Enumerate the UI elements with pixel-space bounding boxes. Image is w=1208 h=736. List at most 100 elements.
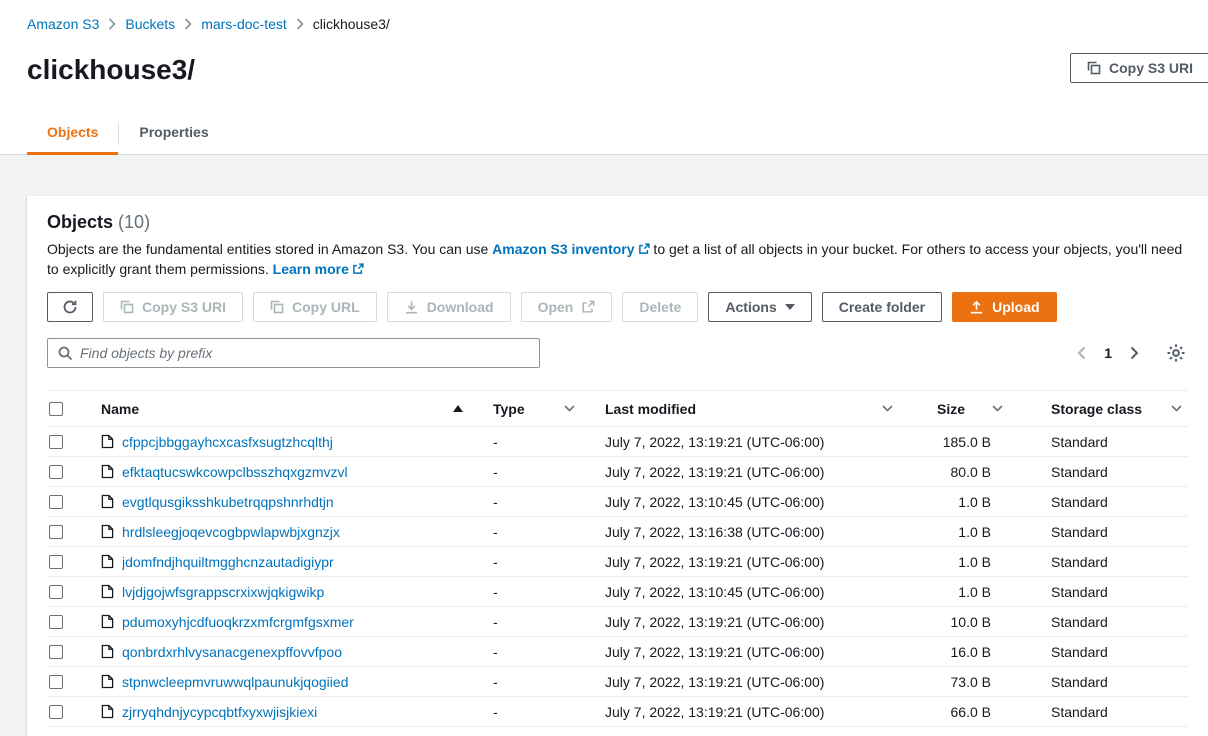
tabs: Objects Properties xyxy=(0,114,1208,155)
file-icon xyxy=(101,584,114,599)
object-name-link[interactable]: pdumoxyhjcdfuoqkrzxmfcrgmfgsxmer xyxy=(122,614,354,630)
actions-dropdown-button[interactable]: Actions xyxy=(708,292,811,322)
table-row: cfppcjbbggayhcxcasfxsugtzhcqlthj - July … xyxy=(47,427,1188,457)
object-size: 185.0 B xyxy=(907,427,1017,457)
row-checkbox[interactable] xyxy=(49,585,63,599)
object-storage-class: Standard xyxy=(1017,517,1188,547)
row-checkbox[interactable] xyxy=(49,495,63,509)
object-storage-class: Standard xyxy=(1017,457,1188,487)
search-row: 1 xyxy=(47,338,1188,368)
table-row: pdumoxyhjcdfuoqkrzxmfcrgmfgsxmer - July … xyxy=(47,607,1188,637)
previous-page-icon xyxy=(1076,345,1087,361)
pagination-controls: 1 xyxy=(1076,343,1188,363)
external-link-icon xyxy=(352,261,364,280)
column-header-storage-class[interactable]: Storage class xyxy=(1017,391,1188,427)
external-link-icon xyxy=(638,241,650,260)
file-icon xyxy=(101,524,114,539)
column-header-size[interactable]: Size xyxy=(907,391,1017,427)
column-header-name[interactable]: Name xyxy=(87,391,477,427)
breadcrumb: Amazon S3 Buckets mars-doc-test clickhou… xyxy=(27,14,1208,34)
description-text: Objects are the fundamental entities sto… xyxy=(47,241,492,257)
table-header-row: Name Type Last modified xyxy=(47,391,1188,427)
caret-down-icon[interactable] xyxy=(882,405,893,412)
row-checkbox[interactable] xyxy=(49,645,63,659)
object-size: 1.0 B xyxy=(907,517,1017,547)
upload-button[interactable]: Upload xyxy=(952,292,1056,322)
object-name-link[interactable]: cfppcjbbggayhcxcasfxsugtzhcqlthj xyxy=(122,434,333,450)
search-box xyxy=(47,338,540,368)
row-checkbox[interactable] xyxy=(49,525,63,539)
file-icon xyxy=(101,614,114,629)
main-content: Objects (10) Objects are the fundamental… xyxy=(0,155,1208,736)
breadcrumb-buckets[interactable]: Buckets xyxy=(125,16,175,32)
find-objects-input[interactable] xyxy=(47,338,540,368)
table-row: lvjdjgojwfsgrappscrxixwjqkigwikp - July … xyxy=(47,577,1188,607)
column-header-select-all xyxy=(47,391,87,427)
caret-down-icon[interactable] xyxy=(992,405,1003,412)
objects-toolbar: Copy S3 URI Copy URL Download Open Delet… xyxy=(47,292,1188,322)
object-last-modified: July 7, 2022, 13:19:21 (UTC-06:00) xyxy=(589,547,907,577)
refresh-icon xyxy=(62,299,78,315)
objects-count: (10) xyxy=(118,212,150,232)
refresh-button[interactable] xyxy=(47,292,93,322)
object-name-link[interactable]: qonbrdxrhlvysanacgenexpffovvfpoo xyxy=(122,644,342,660)
object-size: 80.0 B xyxy=(907,457,1017,487)
object-name-link[interactable]: jdomfndjhquiltmgghcnzautadigiypr xyxy=(122,554,334,570)
object-type: - xyxy=(477,427,589,457)
column-header-type[interactable]: Type xyxy=(477,391,589,427)
object-name-link[interactable]: zjrryqhdnjycypcqbtfxyxwjisjkiexi xyxy=(122,704,317,720)
select-all-checkbox[interactable] xyxy=(49,402,63,416)
object-type: - xyxy=(477,577,589,607)
tab-objects[interactable]: Objects xyxy=(27,114,118,155)
copy-s3-uri-label: Copy S3 URI xyxy=(1109,60,1193,76)
column-header-last-modified[interactable]: Last modified xyxy=(589,391,907,427)
file-icon xyxy=(101,494,114,509)
row-checkbox[interactable] xyxy=(49,465,63,479)
chevron-right-icon xyxy=(108,18,116,30)
object-type: - xyxy=(477,457,589,487)
copy-url-button: Copy URL xyxy=(253,292,377,322)
row-checkbox[interactable] xyxy=(49,705,63,719)
create-folder-button[interactable]: Create folder xyxy=(822,292,942,322)
copy-s3-uri-button-header[interactable]: Copy S3 URI xyxy=(1070,53,1208,83)
object-type: - xyxy=(477,607,589,637)
object-storage-class: Standard xyxy=(1017,607,1188,637)
pager: 1 xyxy=(1076,345,1140,361)
sort-ascending-icon[interactable] xyxy=(453,405,463,412)
table-row: evgtlqusgiksshkubetrqqpshnrhdtjn - July … xyxy=(47,487,1188,517)
object-size: 66.0 B xyxy=(907,697,1017,727)
caret-down-icon[interactable] xyxy=(1171,405,1182,412)
object-name-link[interactable]: hrdlsleegjoqevcogbpwlapwbjxgnzjx xyxy=(122,524,340,540)
file-icon xyxy=(101,644,114,659)
object-name-link[interactable]: efktaqtucswkcowpclbsszhqxgzmvzvl xyxy=(122,464,348,480)
row-checkbox[interactable] xyxy=(49,675,63,689)
objects-card: Objects (10) Objects are the fundamental… xyxy=(27,196,1208,736)
object-name-link[interactable]: evgtlqusgiksshkubetrqqpshnrhdtjn xyxy=(122,494,334,510)
row-checkbox[interactable] xyxy=(49,435,63,449)
object-storage-class: Standard xyxy=(1017,577,1188,607)
title-row: clickhouse3/ Copy S3 URI xyxy=(27,48,1208,92)
file-icon xyxy=(101,674,114,689)
object-size: 1.0 B xyxy=(907,547,1017,577)
tab-properties[interactable]: Properties xyxy=(119,114,228,155)
breadcrumb-bucket-name[interactable]: mars-doc-test xyxy=(201,16,287,32)
object-name-link[interactable]: lvjdjgojwfsgrappscrxixwjqkigwikp xyxy=(122,584,324,600)
next-page-icon[interactable] xyxy=(1129,345,1140,361)
row-checkbox[interactable] xyxy=(49,555,63,569)
breadcrumb-amazon-s3[interactable]: Amazon S3 xyxy=(27,16,99,32)
object-type: - xyxy=(477,547,589,577)
object-size: 73.0 B xyxy=(907,667,1017,697)
object-name-link[interactable]: stpnwcleepmvruwwqlpaunukjqogiied xyxy=(122,674,348,690)
learn-more-link[interactable]: Learn more xyxy=(273,261,364,277)
amazon-s3-inventory-link[interactable]: Amazon S3 inventory xyxy=(492,241,649,257)
current-page-number[interactable]: 1 xyxy=(1104,345,1112,361)
row-checkbox[interactable] xyxy=(49,615,63,629)
file-icon xyxy=(101,464,114,479)
caret-down-icon[interactable] xyxy=(564,405,575,412)
external-link-icon xyxy=(581,300,595,314)
preferences-gear-icon[interactable] xyxy=(1166,343,1186,363)
object-size: 10.0 B xyxy=(907,607,1017,637)
object-rows: cfppcjbbggayhcxcasfxsugtzhcqlthj - July … xyxy=(47,427,1188,727)
copy-icon xyxy=(270,300,284,314)
objects-heading: Objects (10) xyxy=(47,212,1188,232)
